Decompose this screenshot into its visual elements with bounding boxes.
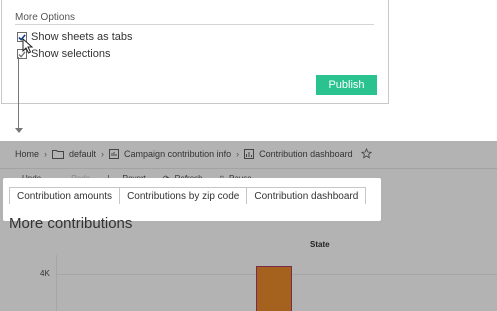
arrow-down-icon bbox=[15, 128, 23, 133]
sheet-title: More contributions bbox=[9, 215, 133, 232]
column-header: State bbox=[310, 240, 330, 249]
chevron-right-icon: › bbox=[44, 149, 48, 159]
show-selections-label: Show selections bbox=[31, 48, 111, 60]
tab-contribution-amounts[interactable]: Contribution amounts bbox=[9, 187, 121, 204]
tab-contributions-by-zip-code[interactable]: Contributions by zip code bbox=[119, 187, 248, 204]
breadcrumb-project[interactable]: default bbox=[69, 149, 96, 159]
tab-contribution-dashboard[interactable]: Contribution dashboard bbox=[246, 187, 367, 204]
dashboard-view: Home › default › Campaign contribution i… bbox=[0, 141, 497, 311]
chevron-right-icon: › bbox=[101, 149, 105, 159]
connector-line bbox=[18, 57, 19, 130]
breadcrumb: Home › default › Campaign contribution i… bbox=[0, 141, 497, 167]
breadcrumb-home[interactable]: Home bbox=[15, 149, 39, 159]
folder-icon bbox=[52, 149, 65, 159]
divider bbox=[15, 24, 374, 25]
options-title: More Options bbox=[15, 12, 76, 23]
y-tick-label: 4K bbox=[40, 269, 50, 278]
show-sheets-as-tabs-label: Show sheets as tabs bbox=[31, 31, 133, 43]
breadcrumb-view: Contribution dashboard bbox=[259, 149, 353, 159]
bar-chart: State 4K bbox=[0, 235, 497, 311]
view-icon bbox=[244, 149, 255, 159]
breadcrumb-workbook[interactable]: Campaign contribution info bbox=[124, 149, 231, 159]
publish-button[interactable]: Publish bbox=[316, 75, 377, 95]
show-sheets-as-tabs-option[interactable]: Show sheets as tabs bbox=[17, 31, 133, 43]
workbook-icon bbox=[109, 149, 120, 159]
mouse-cursor-icon bbox=[22, 38, 34, 54]
more-options-panel: More Options Show sheets as tabs Show se… bbox=[1, 0, 389, 104]
y-axis bbox=[56, 255, 57, 311]
chevron-right-icon: › bbox=[236, 149, 240, 159]
favorite-star-icon[interactable] bbox=[360, 147, 372, 161]
bar-mark[interactable] bbox=[256, 266, 292, 311]
sheet-tabs: Contribution amounts Contributions by zi… bbox=[9, 187, 367, 204]
